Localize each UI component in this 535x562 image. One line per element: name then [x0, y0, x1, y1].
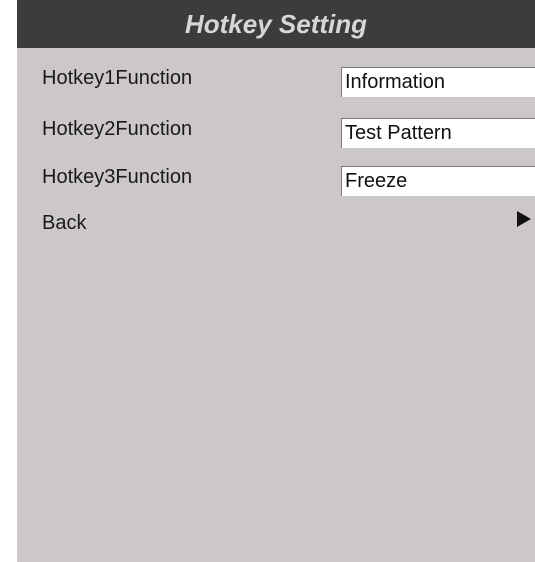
hotkey1-label: Hotkey1Function — [42, 67, 193, 89]
hotkey3-value: Freeze — [345, 170, 408, 192]
hotkey3-label: Hotkey3Function — [42, 166, 193, 188]
hotkey2-label: Hotkey2Function — [42, 118, 193, 140]
hotkey1-value-field[interactable]: Information — [341, 67, 535, 97]
hotkey2-value: Test Pattern — [345, 122, 452, 144]
back-label: Back — [42, 212, 87, 234]
hotkey1-value: Information — [345, 71, 446, 93]
menu-row-back[interactable]: Back — [17, 207, 535, 243]
menu-row-hotkey2[interactable]: Hotkey2Function Test Pattern — [17, 113, 535, 149]
hotkey3-value-field[interactable]: Freeze — [341, 166, 535, 196]
menu-row-hotkey1[interactable]: Hotkey1Function Information — [17, 62, 535, 98]
menu-title: Hotkey Setting — [184, 9, 368, 39]
play-arrow-icon — [517, 211, 531, 227]
hotkey2-value-field[interactable]: Test Pattern — [341, 118, 535, 148]
menu-row-hotkey3[interactable]: Hotkey3Function Freeze — [17, 161, 535, 197]
menu-title-bar: Hotkey Setting — [17, 0, 535, 48]
osd-menu-panel: Hotkey Setting Hotkey1Function Informati… — [17, 0, 535, 562]
